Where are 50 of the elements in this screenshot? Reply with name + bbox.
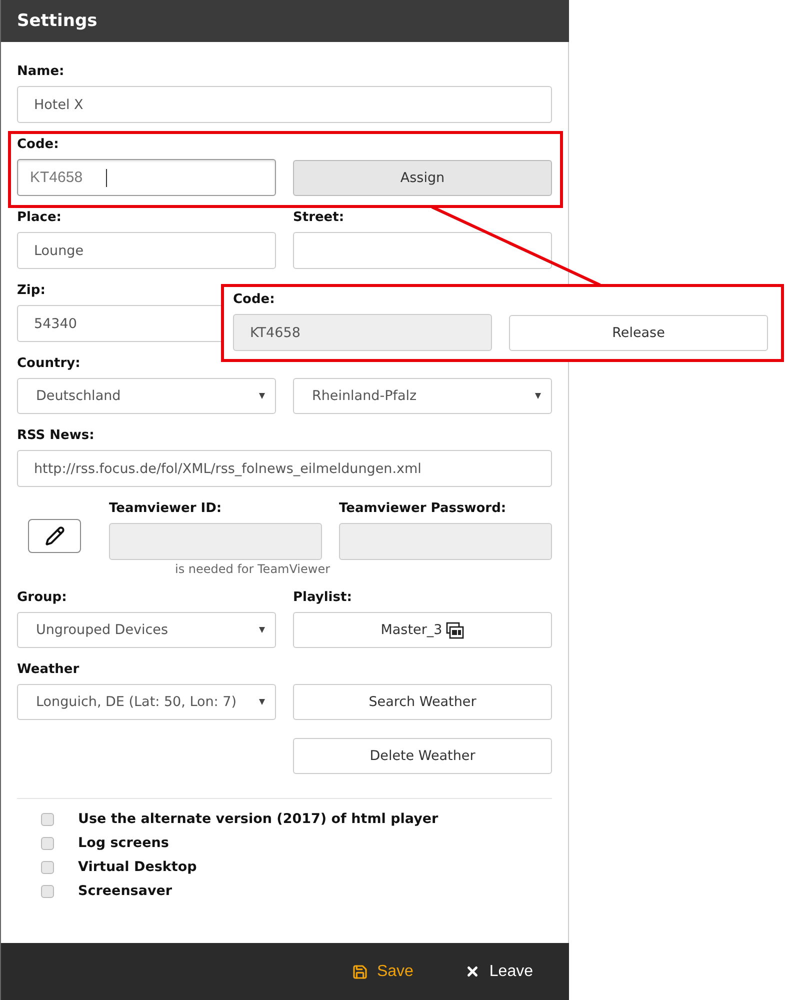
assign-button[interactable]: Assign bbox=[293, 160, 552, 196]
text-field[interactable]: Hotel X bbox=[17, 86, 552, 123]
select-field[interactable]: Ungrouped Devices bbox=[17, 612, 276, 648]
playlist-icon bbox=[446, 622, 464, 638]
field-label: Weather bbox=[17, 661, 80, 679]
checkbox-label: Virtual Desktop bbox=[78, 859, 197, 875]
text-field[interactable]: http://rss.focus.de/fol/XML/rss_folnews_eilmeldungen.xml bbox=[17, 450, 552, 487]
save-icon bbox=[352, 964, 368, 980]
hint-text: is needed for TeamViewer bbox=[175, 562, 330, 576]
caret-icon bbox=[259, 699, 265, 705]
code-field[interactable]: KT4658 bbox=[17, 159, 276, 196]
checkbox[interactable] bbox=[41, 836, 54, 850]
select-field[interactable]: Deutschland bbox=[17, 378, 276, 414]
text-field[interactable]: Lounge bbox=[17, 232, 276, 269]
playlist-button[interactable]: Master_3 bbox=[293, 612, 552, 648]
text-field[interactable] bbox=[109, 523, 322, 560]
pencil-icon bbox=[44, 526, 64, 546]
caret-icon bbox=[259, 627, 265, 633]
caret-icon bbox=[535, 393, 541, 399]
checkbox-label: Log screens bbox=[78, 835, 169, 851]
select-field[interactable]: Rheinland-Pfalz bbox=[293, 378, 552, 414]
password-field[interactable] bbox=[339, 523, 552, 560]
caret-icon bbox=[259, 393, 265, 399]
field-label: Code: bbox=[17, 136, 59, 154]
select-field[interactable]: Longuich, DE (Lat: 50, Lon: 7) bbox=[17, 684, 276, 720]
checkbox-label: Use the alternate version (2017) of html player bbox=[78, 811, 438, 827]
close-icon bbox=[465, 964, 480, 979]
window-title: Settings bbox=[17, 11, 98, 31]
checkbox[interactable] bbox=[41, 812, 54, 826]
text-field[interactable] bbox=[293, 232, 552, 269]
checkbox[interactable] bbox=[41, 860, 54, 874]
field-label: Teamviewer Password: bbox=[339, 500, 506, 518]
field-label: Street: bbox=[293, 209, 344, 227]
field-label: Zip: bbox=[17, 282, 46, 300]
field-label: Place: bbox=[17, 209, 62, 227]
checkbox[interactable] bbox=[41, 884, 54, 898]
field-label: Playlist: bbox=[293, 589, 352, 607]
checkbox-label: Screensaver bbox=[78, 883, 172, 899]
field-label: Name: bbox=[17, 63, 64, 81]
save-button[interactable]: Save bbox=[346, 962, 420, 982]
search-weather-button[interactable]: Search Weather bbox=[293, 684, 552, 720]
leave-button[interactable]: Leave bbox=[459, 962, 539, 982]
field-label: Teamviewer ID: bbox=[109, 500, 222, 518]
release-button[interactable]: Release bbox=[509, 315, 768, 351]
code-field[interactable]: KT4658 bbox=[233, 314, 492, 351]
field-label: Country: bbox=[17, 355, 80, 373]
field-label: Group: bbox=[17, 589, 67, 607]
edit-button[interactable] bbox=[28, 519, 81, 553]
field-label: RSS News: bbox=[17, 427, 94, 445]
delete-weather-button[interactable]: Delete Weather bbox=[293, 738, 552, 774]
